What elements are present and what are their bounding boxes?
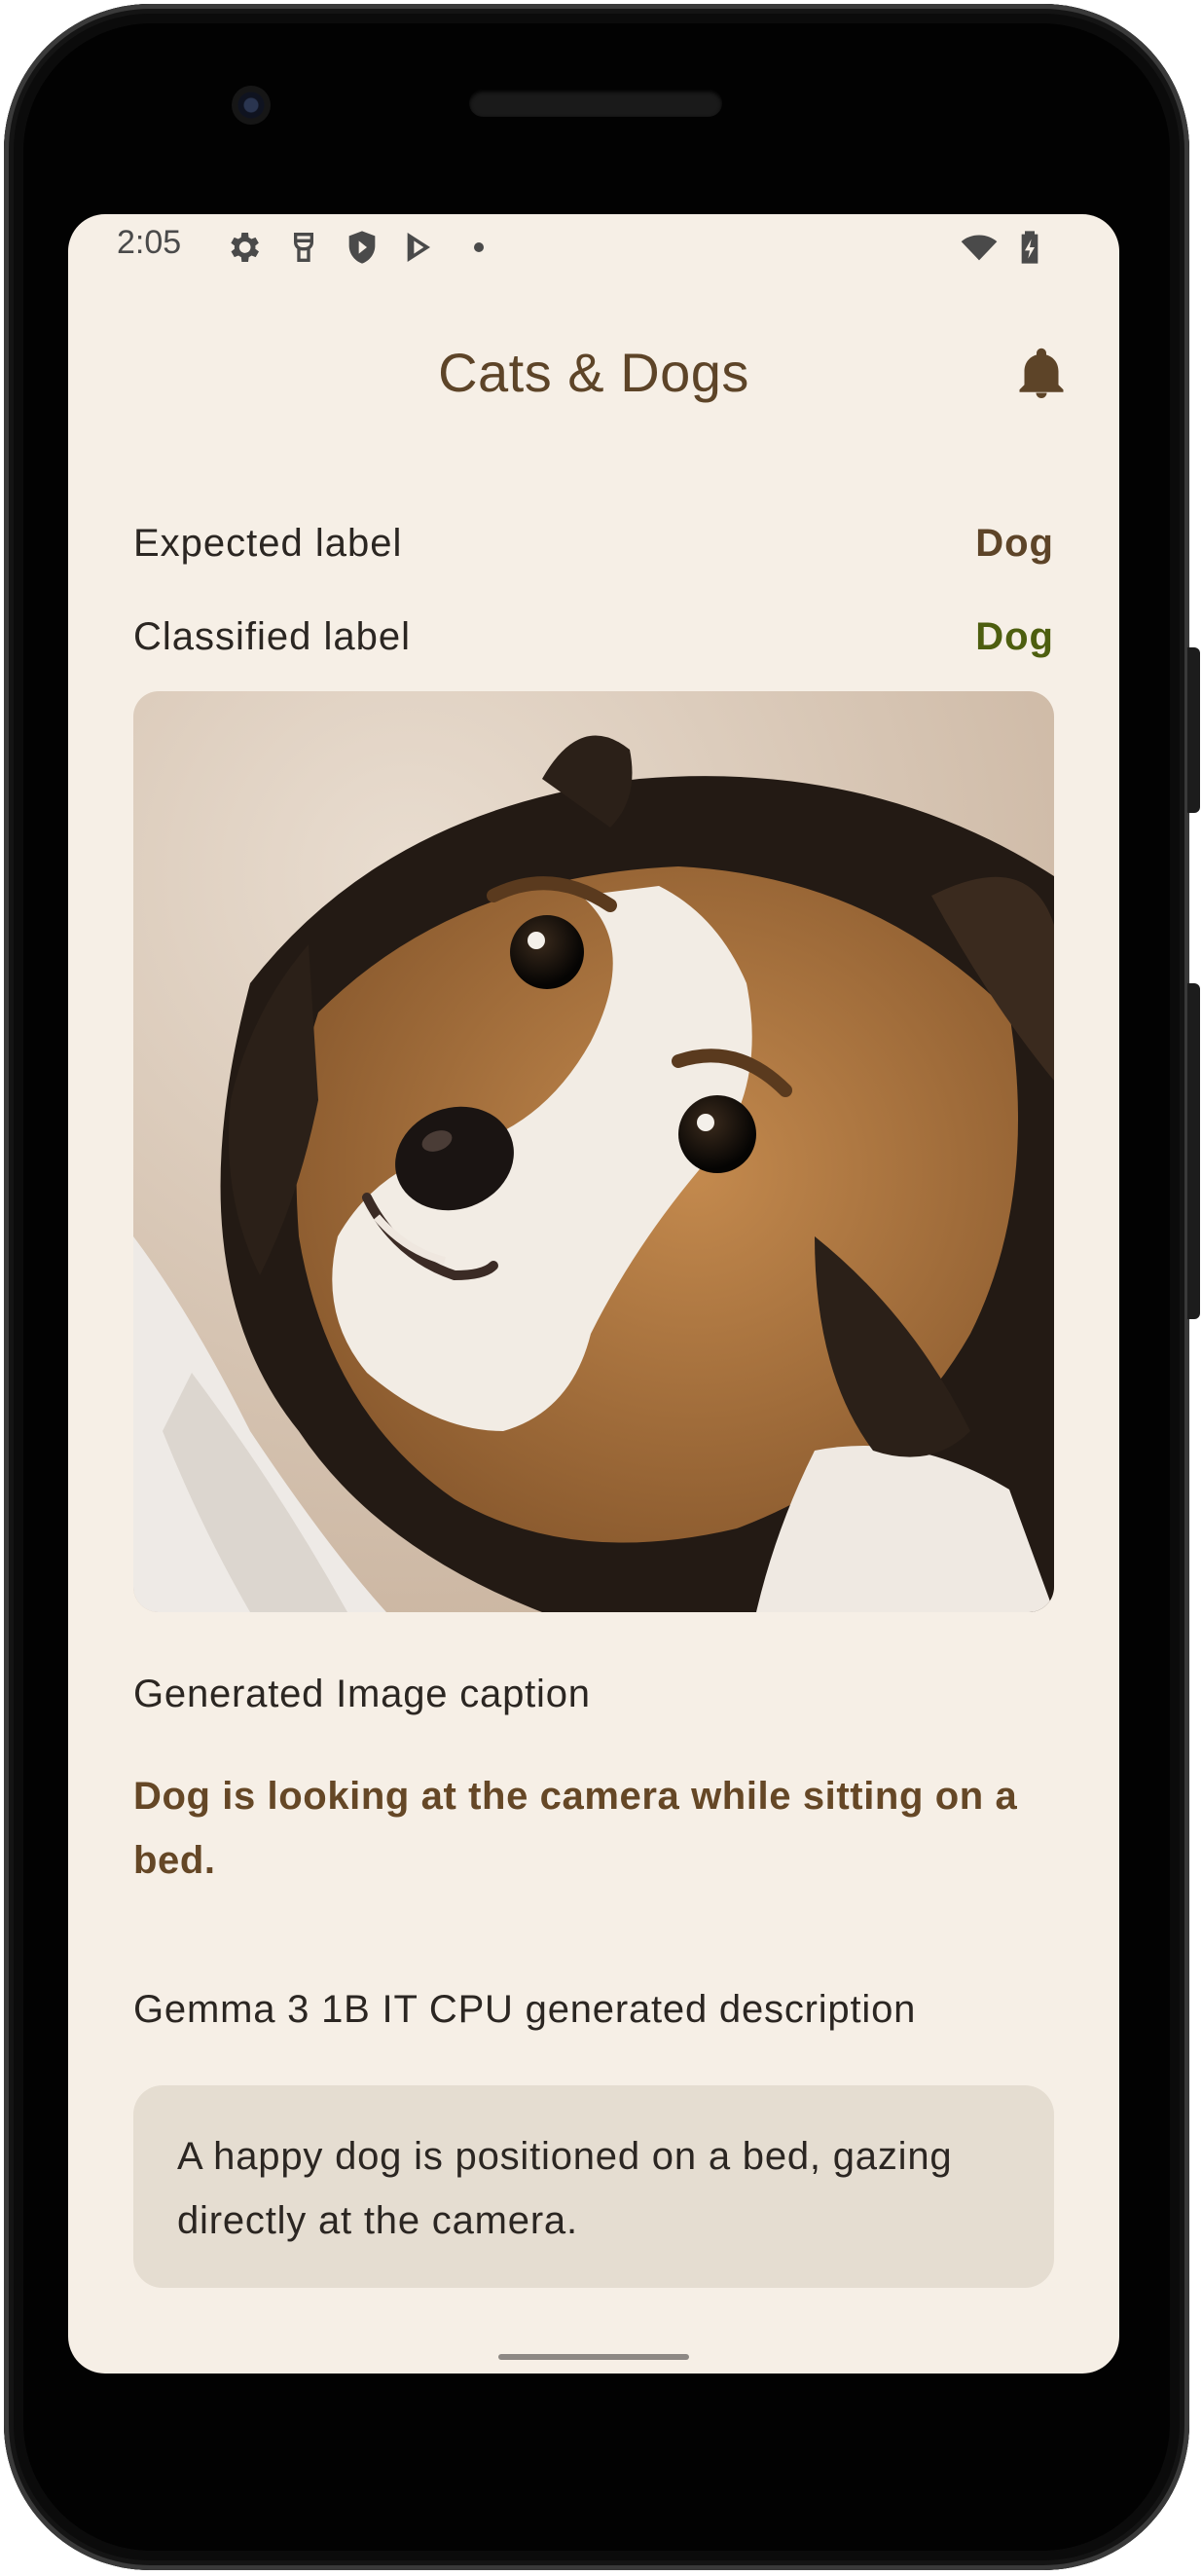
sim-icon xyxy=(294,233,313,262)
description-card: A happy dog is positioned on a bed, gazi… xyxy=(133,2085,1054,2288)
battery-charging-icon xyxy=(1021,231,1038,264)
gesture-nav-handle[interactable] xyxy=(498,2354,689,2360)
classified-label-text: Classified label xyxy=(133,615,412,658)
dog-photo xyxy=(133,691,1054,1612)
generated-caption: Dog is looking at the camera while sitti… xyxy=(133,1775,1018,1882)
expected-label-value: Dog xyxy=(975,522,1054,565)
power-button xyxy=(1187,647,1200,813)
bell-icon[interactable] xyxy=(1012,345,1071,403)
expected-label-row: Expected label Dog xyxy=(133,522,1054,580)
classified-label-row: Classified label Dog xyxy=(133,615,1054,674)
volume-rocker xyxy=(1187,983,1200,1319)
page-title: Cats & Dogs xyxy=(438,342,749,403)
front-camera xyxy=(232,86,271,125)
dog-illustration xyxy=(133,691,1054,1612)
status-bar: 2:05 xyxy=(68,214,1119,282)
top-app-bar: Cats & Dogs xyxy=(68,282,1119,448)
description-heading: Gemma 3 1B IT CPU generated description xyxy=(133,1988,917,2031)
expected-label-text: Expected label xyxy=(133,522,403,565)
generated-description: A happy dog is positioned on a bed, gazi… xyxy=(177,2135,953,2242)
settings-icon xyxy=(231,233,259,262)
dot-icon xyxy=(474,242,484,252)
shield-icon xyxy=(348,231,376,264)
earpiece-speaker xyxy=(469,90,722,117)
classified-label-value: Dog xyxy=(975,615,1054,658)
status-time: 2:05 xyxy=(117,224,182,261)
wifi-icon xyxy=(961,235,998,261)
play-store-icon xyxy=(407,233,430,262)
caption-heading: Generated Image caption xyxy=(133,1673,591,1715)
app-screen: 2:05 Cats & Dogs Expected label Dog Clas… xyxy=(68,214,1119,2374)
